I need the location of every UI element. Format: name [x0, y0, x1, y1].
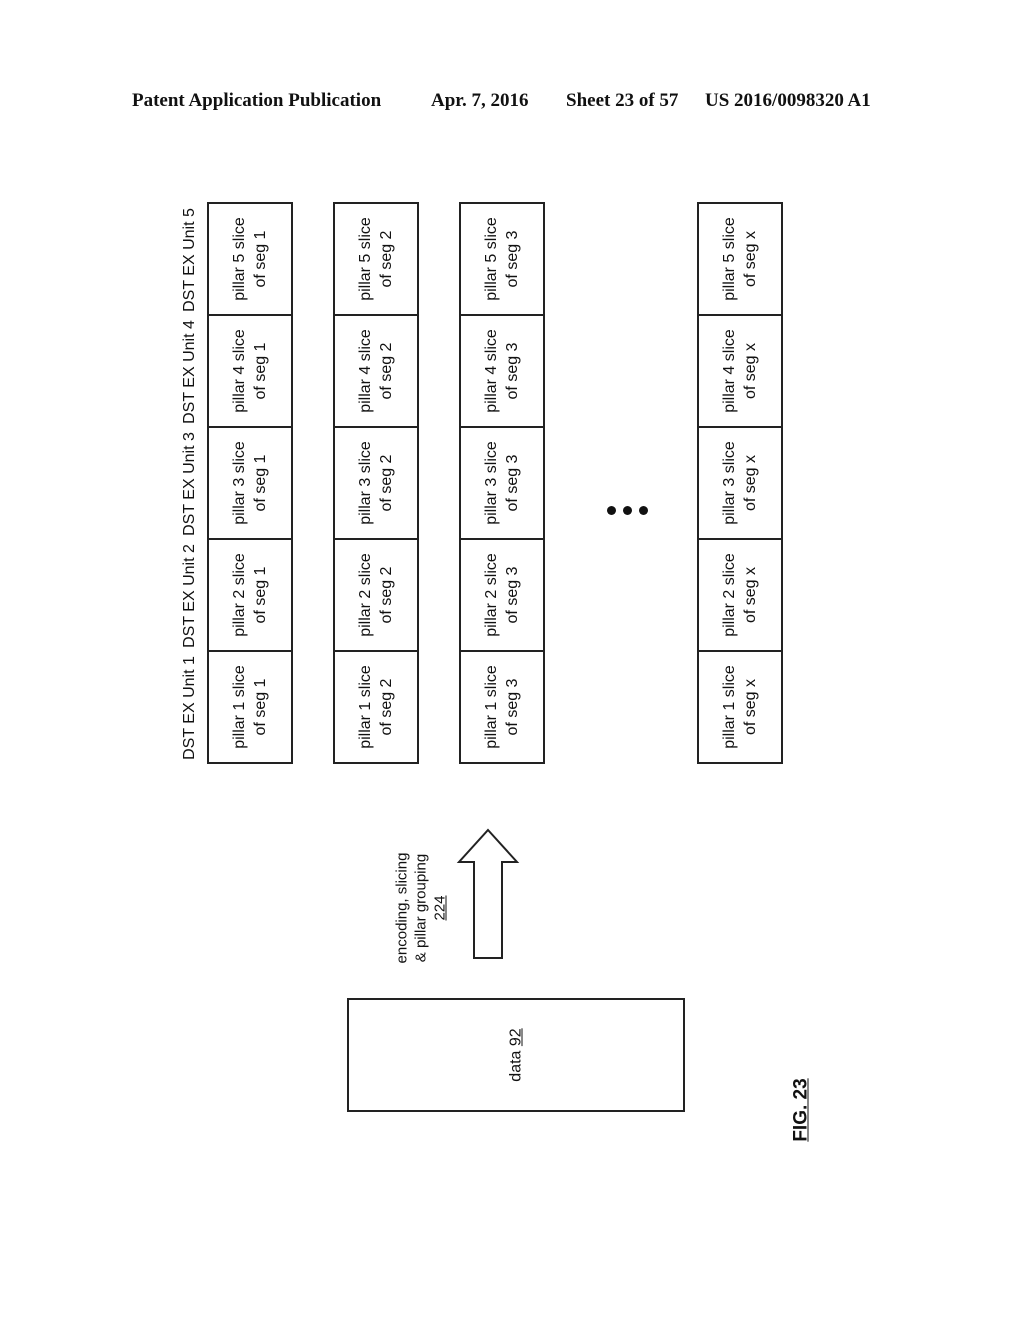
- arrow-ref: 224: [431, 895, 449, 921]
- arrow-label: encoding, slicing & pillar grouping 224: [386, 848, 456, 968]
- slice-text: pillar 4 slice: [721, 329, 738, 413]
- slice-text: pillar 2 slice: [483, 553, 500, 637]
- unit-label: DST EX Unit 2: [181, 544, 198, 648]
- arrow-label-line1: encoding, slicing: [393, 852, 411, 964]
- slice-text: of seg 1: [252, 454, 269, 512]
- slice-cell: pillar 3 slice of seg 3: [459, 426, 545, 540]
- header-left: Patent Application Publication: [132, 90, 382, 111]
- slice-cell: pillar 2 slice of seg 3: [459, 538, 545, 652]
- slice-text: of seg 3: [504, 230, 521, 288]
- slice-text: pillar 1 slice: [357, 665, 374, 749]
- header-date: Apr. 7, 2016: [431, 90, 529, 111]
- unit-label: DST EX Unit 5: [181, 208, 198, 312]
- slice-text: pillar 2 slice: [231, 553, 248, 637]
- slice-text: of seg x: [742, 454, 759, 512]
- slice-text: of seg 3: [504, 566, 521, 624]
- slice-text: pillar 3 slice: [357, 441, 374, 525]
- slice-text: pillar 1 slice: [483, 665, 500, 749]
- slice-cell: pillar 3 slice of seg x: [697, 426, 783, 540]
- slice-cell: pillar 4 slice of seg 3: [459, 314, 545, 428]
- up-arrow-icon: [456, 828, 520, 959]
- slice-cell: pillar 1 slice of seg x: [697, 650, 783, 764]
- slice-cell: pillar 5 slice of seg 3: [459, 202, 545, 316]
- slice-cell: pillar 4 slice of seg 1: [207, 314, 293, 428]
- slice-text: of seg 2: [378, 342, 395, 400]
- slice-text: pillar 1 slice: [721, 665, 738, 749]
- slice-cell: pillar 5 slice of seg x: [697, 202, 783, 316]
- slice-text: of seg 3: [504, 342, 521, 400]
- slice-cell: pillar 5 slice of seg 2: [333, 202, 419, 316]
- slice-text: of seg 3: [504, 678, 521, 736]
- data-box: data 92: [347, 998, 685, 1112]
- unit-label: DST EX Unit 4: [181, 320, 198, 424]
- slice-text: pillar 2 slice: [357, 553, 374, 637]
- slice-cell: pillar 1 slice of seg 3: [459, 650, 545, 764]
- slice-text: pillar 4 slice: [357, 329, 374, 413]
- unit-label: DST EX Unit 3: [181, 432, 198, 536]
- data-label: data: [507, 1050, 525, 1082]
- slice-cell: pillar 4 slice of seg 2: [333, 314, 419, 428]
- slice-text: pillar 1 slice: [231, 665, 248, 749]
- slice-cell: pillar 3 slice of seg 1: [207, 426, 293, 540]
- slice-text: of seg x: [742, 230, 759, 288]
- slice-text: of seg 1: [252, 230, 269, 288]
- slice-cell: pillar 3 slice of seg 2: [333, 426, 419, 540]
- slice-text: of seg 1: [252, 342, 269, 400]
- slice-text: of seg 3: [504, 454, 521, 512]
- header-pub-number: US 2016/0098320 A1: [705, 90, 871, 111]
- slice-cell: pillar 5 slice of seg 1: [207, 202, 293, 316]
- slice-cell: pillar 2 slice of seg 2: [333, 538, 419, 652]
- slice-text: pillar 5 slice: [231, 217, 248, 301]
- slice-text: pillar 3 slice: [483, 441, 500, 525]
- slice-text: pillar 5 slice: [357, 217, 374, 301]
- slice-text: of seg 2: [378, 454, 395, 512]
- slice-text: pillar 5 slice: [721, 217, 738, 301]
- arrow-label-line2: & pillar grouping: [412, 853, 430, 963]
- slice-text: pillar 2 slice: [721, 553, 738, 637]
- unit-label: DST EX Unit 1: [181, 656, 198, 760]
- slice-text: pillar 4 slice: [231, 329, 248, 413]
- slice-text: pillar 3 slice: [231, 441, 248, 525]
- slice-cell: pillar 2 slice of seg x: [697, 538, 783, 652]
- slice-cell: pillar 1 slice of seg 2: [333, 650, 419, 764]
- slice-text: of seg x: [742, 566, 759, 624]
- slice-text: pillar 3 slice: [721, 441, 738, 525]
- slice-text: of seg x: [742, 342, 759, 400]
- slice-text: of seg 2: [378, 566, 395, 624]
- slice-cell: pillar 1 slice of seg 1: [207, 650, 293, 764]
- slice-text: of seg 2: [378, 230, 395, 288]
- figure-label: FIG. 23: [790, 1078, 812, 1142]
- data-ref: 92: [507, 1028, 525, 1047]
- slice-text: of seg x: [742, 678, 759, 736]
- slice-text: of seg 1: [252, 678, 269, 736]
- slice-text: of seg 2: [378, 678, 395, 736]
- header-sheet: Sheet 23 of 57: [566, 90, 679, 111]
- slice-cell: pillar 2 slice of seg 1: [207, 538, 293, 652]
- slice-cell: pillar 4 slice of seg x: [697, 314, 783, 428]
- slice-text: pillar 4 slice: [483, 329, 500, 413]
- slice-text: of seg 1: [252, 566, 269, 624]
- slice-text: pillar 5 slice: [483, 217, 500, 301]
